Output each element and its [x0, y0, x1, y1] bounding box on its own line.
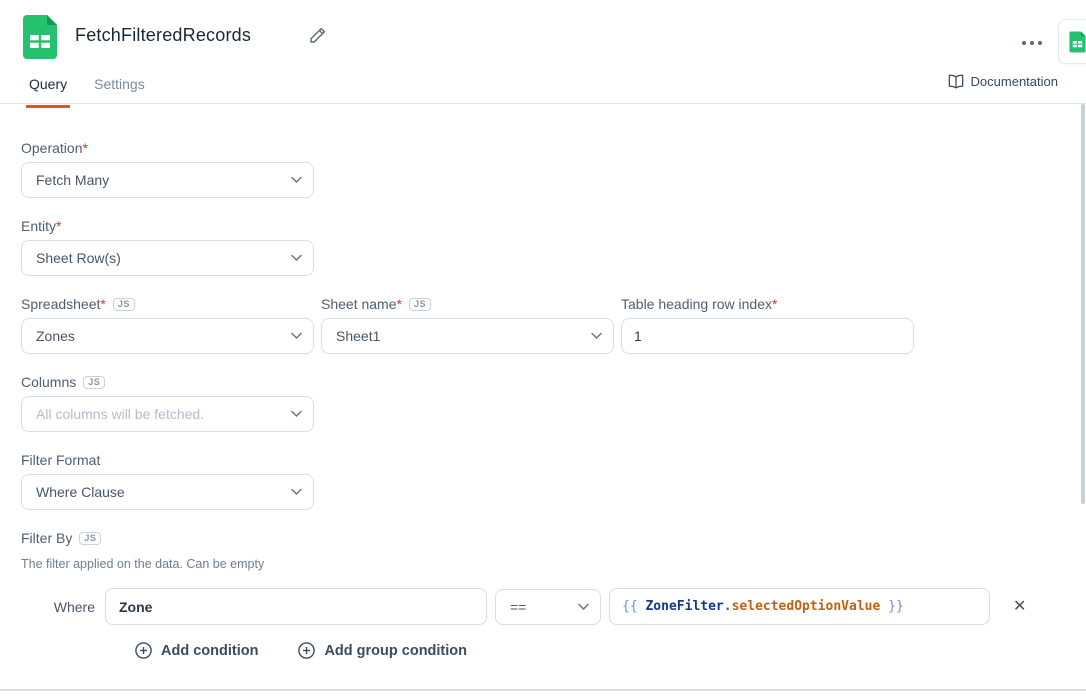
- sheet-name-label: Sheet name*: [321, 296, 402, 312]
- required-marker: *: [82, 140, 87, 156]
- required-marker: *: [397, 296, 402, 312]
- field-row-sheet: Spreadsheet* JS Zones Sheet name* JS She…: [21, 296, 1065, 354]
- columns-placeholder: All columns will be fetched.: [36, 406, 204, 422]
- js-toggle[interactable]: JS: [113, 298, 135, 311]
- field-filter-format: Filter Format Where Clause: [21, 452, 1065, 510]
- vertical-scrollbar[interactable]: [1081, 104, 1085, 504]
- sheet-name-select[interactable]: Sheet1: [321, 318, 614, 354]
- code-property: selectedOptionValue: [732, 599, 881, 614]
- field-sheet-name: Sheet name* JS Sheet1: [321, 296, 614, 354]
- field-table-heading-row-index: Table heading row index*: [621, 296, 914, 354]
- edit-name-icon[interactable]: [309, 27, 326, 44]
- add-group-condition-label: Add group condition: [324, 643, 467, 659]
- remove-condition-icon[interactable]: ✕: [1009, 595, 1030, 619]
- add-condition-label: Add condition: [161, 643, 258, 659]
- add-condition-button[interactable]: Add condition: [135, 642, 258, 659]
- filter-by-helper-text: The filter applied on the data. Can be e…: [21, 557, 1065, 571]
- code-open-brace: {{: [622, 599, 645, 614]
- chevron-down-icon: [291, 333, 302, 340]
- entity-select[interactable]: Sheet Row(s): [21, 240, 314, 276]
- add-group-condition-button[interactable]: Add group condition: [298, 642, 467, 659]
- spreadsheet-value: Zones: [36, 328, 75, 344]
- where-operator-value: ==: [510, 599, 526, 615]
- documentation-label: Documentation: [971, 74, 1058, 89]
- filter-by-label: Filter By: [21, 530, 72, 546]
- spreadsheet-select[interactable]: Zones: [21, 318, 314, 354]
- chevron-down-icon: [291, 177, 302, 184]
- documentation-link[interactable]: Documentation: [948, 74, 1058, 89]
- js-toggle[interactable]: JS: [83, 376, 105, 389]
- google-sheets-icon: [20, 15, 60, 59]
- tab-settings[interactable]: Settings: [94, 76, 145, 98]
- table-heading-row-index-label: Table heading row index*: [621, 296, 777, 312]
- condition-actions: Add condition Add group condition: [135, 642, 1065, 659]
- operation-select[interactable]: Fetch Many: [21, 162, 314, 198]
- code-object: ZoneFilter: [645, 599, 723, 614]
- field-spreadsheet: Spreadsheet* JS Zones: [21, 296, 314, 354]
- js-toggle[interactable]: JS: [409, 298, 431, 311]
- plugin-chip[interactable]: [1058, 19, 1086, 64]
- book-icon: [948, 74, 964, 89]
- chevron-down-icon: [291, 489, 302, 496]
- operation-label: Operation*: [21, 140, 88, 156]
- entity-label: Entity*: [21, 218, 61, 234]
- spreadsheet-label: Spreadsheet*: [21, 296, 106, 312]
- filter-format-label: Filter Format: [21, 452, 100, 468]
- where-value-code-input[interactable]: {{ ZoneFilter.selectedOptionValue }}: [609, 588, 990, 625]
- required-marker: *: [56, 218, 61, 234]
- required-marker: *: [100, 296, 105, 312]
- table-heading-row-index-input[interactable]: [621, 318, 914, 354]
- js-toggle[interactable]: JS: [79, 532, 101, 545]
- tab-query[interactable]: Query: [29, 76, 67, 98]
- chevron-down-icon: [291, 255, 302, 262]
- sheet-name-value: Sheet1: [336, 328, 380, 344]
- filter-format-value: Where Clause: [36, 484, 125, 500]
- code-dot: .: [724, 599, 732, 614]
- chevron-down-icon: [591, 333, 602, 340]
- field-entity: Entity* Sheet Row(s): [21, 218, 1065, 276]
- where-label: Where: [21, 599, 105, 615]
- tab-bar: Query Settings Documentation: [0, 70, 1086, 104]
- plus-circle-icon: [298, 642, 315, 659]
- where-operator-select[interactable]: ==: [495, 589, 601, 625]
- where-condition-row: Where == {{ ZoneFilter.selectedOptionVal…: [21, 588, 1065, 625]
- where-key-input[interactable]: [105, 588, 487, 625]
- field-filter-by: Filter By JS The filter applied on the d…: [21, 530, 1065, 659]
- columns-select[interactable]: All columns will be fetched.: [21, 396, 314, 432]
- columns-label: Columns: [21, 374, 76, 390]
- filter-format-select[interactable]: Where Clause: [21, 474, 314, 510]
- entity-value: Sheet Row(s): [36, 250, 121, 266]
- field-columns: Columns JS All columns will be fetched.: [21, 374, 1065, 432]
- header: FetchFilteredRecords: [0, 0, 1086, 70]
- plus-circle-icon: [135, 642, 152, 659]
- query-editor: FetchFilteredRecords Query Settings: [0, 0, 1086, 699]
- operation-value: Fetch Many: [36, 172, 109, 188]
- query-form: Operation* Fetch Many Entity* Sheet Row(…: [0, 104, 1086, 659]
- code-close-brace: }}: [880, 599, 903, 614]
- page-title: FetchFilteredRecords: [75, 25, 251, 46]
- required-marker: *: [772, 296, 777, 312]
- chevron-down-icon: [291, 411, 302, 418]
- chevron-down-icon: [578, 603, 589, 610]
- bottom-divider: [0, 689, 1086, 691]
- google-sheets-mini-icon: [1068, 31, 1086, 53]
- field-operation: Operation* Fetch Many: [21, 140, 1065, 198]
- more-options-icon[interactable]: [1018, 37, 1046, 49]
